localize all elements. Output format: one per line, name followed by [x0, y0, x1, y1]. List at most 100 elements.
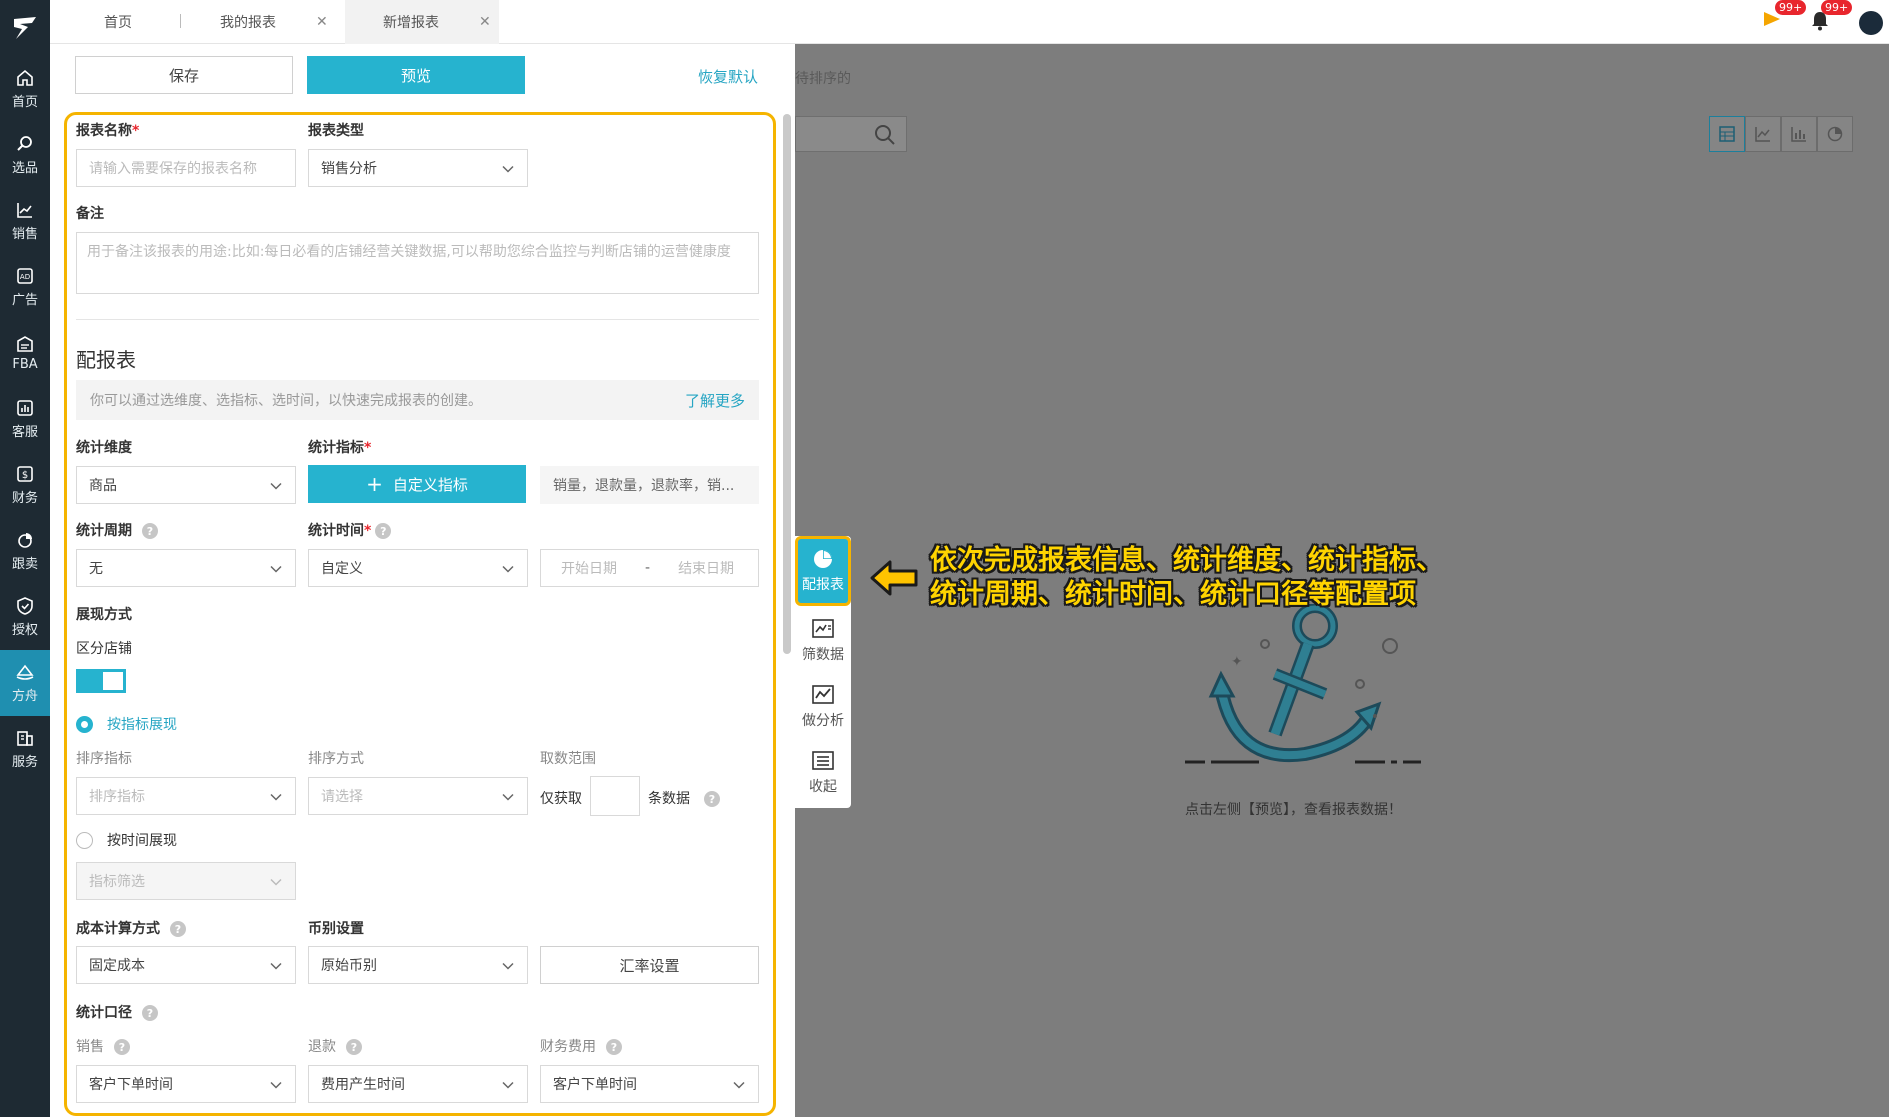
tool-filter-data[interactable]: 筛数据	[795, 618, 851, 664]
chevron-down-icon	[270, 565, 282, 573]
learn-more-link[interactable]: 了解更多	[685, 390, 745, 411]
pie-view-icon	[1817, 116, 1853, 152]
radio-by-metric[interactable]: 按指标展现	[76, 714, 177, 734]
finance-caliber-select[interactable]: 客户下单时间	[540, 1065, 759, 1103]
nav-item-selection[interactable]: 选品	[0, 122, 50, 188]
sort-method-label: 排序方式	[308, 751, 364, 767]
nav-item-finance[interactable]: $ 财务	[0, 452, 50, 518]
cost-select[interactable]: 固定成本	[76, 946, 296, 984]
metric-filter-select[interactable]: 指标筛选	[76, 862, 296, 900]
line-chart-icon	[812, 685, 834, 704]
start-date-input[interactable]: 开始日期	[561, 558, 617, 578]
report-name-input[interactable]: 请输入需要保存的报表名称	[76, 149, 296, 187]
metric-summary[interactable]: 销量，退款量，退款率，销...	[540, 466, 759, 504]
app-logo[interactable]	[0, 0, 50, 56]
custom-metric-button[interactable]: + 自定义指标	[308, 465, 526, 503]
help-icon: ?	[346, 1039, 362, 1055]
table-view-icon	[1709, 116, 1745, 152]
tab-home[interactable]: 首页	[104, 0, 132, 44]
report-type-label: 报表类型	[308, 123, 364, 139]
caliber-label: 统计口径?	[76, 1002, 158, 1022]
chevron-down-icon	[733, 1081, 745, 1089]
sales-caliber-select[interactable]: 客户下单时间	[76, 1065, 296, 1103]
avatar[interactable]	[1859, 11, 1883, 35]
nav-item-follow-sell[interactable]: 跟卖	[0, 518, 50, 584]
line-view-icon	[1745, 116, 1781, 152]
time-select[interactable]: 自定义	[308, 549, 528, 587]
tool-config-report[interactable]: 配报表	[795, 536, 851, 606]
tab-new-report[interactable]: 新增报表 ✕	[345, 0, 499, 44]
help-icon: ?	[606, 1039, 622, 1055]
dimension-select[interactable]: 商品	[76, 466, 296, 504]
date-range-picker[interactable]: 开始日期 - 结束日期	[540, 549, 759, 587]
refund-caliber-label: 退款?	[308, 1036, 362, 1056]
nav-item-ads[interactable]: AD 广告	[0, 254, 50, 320]
end-date-input[interactable]: 结束日期	[678, 558, 734, 578]
arrow-left-icon	[870, 560, 918, 596]
help-icon: ?	[704, 791, 720, 807]
hint-bar: 你可以通过选维度、选指标、选时间，以快速完成报表的创建。 了解更多	[76, 380, 759, 420]
bell-badge: 99+	[1821, 0, 1853, 15]
tool-collapse[interactable]: 收起	[795, 750, 851, 796]
home-icon	[17, 69, 33, 86]
nav-item-sales[interactable]: 销售	[0, 188, 50, 254]
chevron-down-icon	[502, 793, 514, 801]
reset-default-link[interactable]: 恢复默认	[698, 66, 758, 87]
help-icon: ?	[114, 1039, 130, 1055]
ark-icon	[16, 664, 34, 680]
tab-my-reports[interactable]: 我的报表 ✕	[220, 0, 328, 44]
nav-item-home[interactable]: 首页	[0, 56, 50, 122]
dimension-label: 统计维度	[76, 440, 132, 456]
preview-button[interactable]: 预览	[307, 56, 525, 94]
panel-scrollbar[interactable]	[783, 114, 791, 654]
display-label: 展现方式	[76, 607, 132, 623]
range-prefix: 仅获取	[540, 791, 582, 807]
range-count-input[interactable]	[590, 776, 640, 816]
nav-item-fba[interactable]: FBA	[0, 320, 50, 386]
section-title: 配报表	[76, 348, 136, 372]
close-icon[interactable]: ✕	[316, 14, 328, 30]
currency-select[interactable]: 原始币别	[308, 946, 528, 984]
background-sort-text: 待排序的	[795, 71, 851, 87]
chevron-down-icon	[502, 1081, 514, 1089]
search-icon	[17, 136, 32, 151]
filter-chart-icon	[812, 619, 834, 638]
cost-label: 成本计算方式?	[76, 918, 186, 938]
nav-item-services[interactable]: 服务	[0, 716, 50, 782]
side-toolbar: 配报表 筛数据 做分析 收起	[795, 536, 851, 808]
refund-caliber-select[interactable]: 费用产生时间	[308, 1065, 528, 1103]
tab-bar: 首页 我的报表 ✕ 新增报表 ✕ 99+ 99+	[50, 0, 1889, 44]
sort-metric-label: 排序指标	[76, 751, 132, 767]
nav-item-auth[interactable]: 授权	[0, 584, 50, 650]
nav-item-ark[interactable]: 方舟	[0, 650, 50, 716]
exchange-rate-button[interactable]: 汇率设置	[540, 946, 759, 984]
help-icon: ?	[142, 523, 158, 539]
sort-metric-select[interactable]: 排序指标	[76, 777, 296, 815]
chart-line-icon	[17, 203, 32, 218]
help-icon: ?	[142, 1005, 158, 1021]
sort-method-select[interactable]: 请选择	[308, 777, 528, 815]
shop-split-label: 区分店铺	[76, 641, 132, 657]
save-button[interactable]: 保存	[75, 56, 293, 94]
chevron-down-icon	[270, 482, 282, 490]
list-icon	[812, 751, 834, 770]
period-select[interactable]: 无	[76, 549, 296, 587]
bar-chart-icon	[17, 400, 33, 416]
remark-textarea[interactable]: 用于备注该报表的用途:比如:每日必看的店铺经营关键数据,可以帮助您综合监控与判断…	[76, 232, 759, 294]
bell-notification[interactable]: 99+	[1805, 0, 1853, 36]
help-icon: ?	[375, 523, 392, 539]
pie-icon	[814, 550, 832, 568]
nav-item-service[interactable]: 客服	[0, 386, 50, 452]
shop-split-toggle[interactable]	[76, 669, 126, 693]
tool-analysis[interactable]: 做分析	[795, 684, 851, 730]
close-icon[interactable]: ✕	[479, 14, 491, 30]
left-nav: 首页 选品 销售 AD 广告 FBA 客服 $ 财务 跟卖 授权 方舟 服务	[0, 0, 50, 1117]
report-type-select[interactable]: 销售分析	[308, 149, 528, 187]
building-icon	[17, 731, 33, 746]
ad-icon: AD	[17, 268, 33, 284]
sales-caliber-label: 销售?	[76, 1036, 130, 1056]
warehouse-icon	[17, 336, 33, 352]
finance-caliber-label: 财务费用?	[540, 1036, 622, 1056]
radio-by-time[interactable]: 按时间展现	[76, 830, 177, 850]
flag-notification[interactable]: 99+	[1761, 0, 1807, 36]
